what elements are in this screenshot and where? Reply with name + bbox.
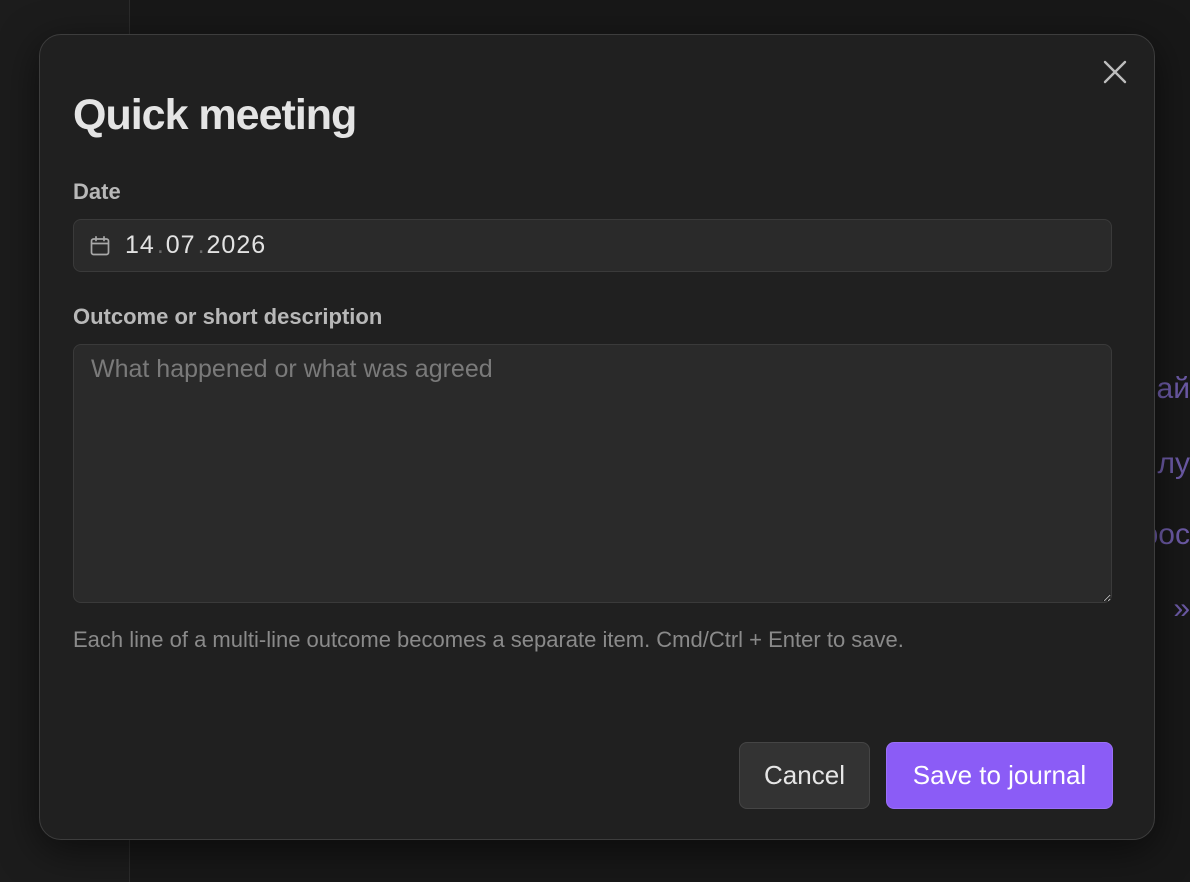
dialog-title: Quick meeting — [73, 91, 357, 139]
date-input[interactable]: 14 . 07 . 2026 — [73, 219, 1112, 272]
date-separator: . — [156, 231, 164, 259]
date-label: Date — [73, 179, 121, 204]
description-label: Outcome or short description — [73, 304, 383, 329]
date-value: 14 . 07 . 2026 — [125, 231, 266, 260]
close-icon — [1102, 59, 1128, 90]
save-to-journal-button[interactable]: Save to journal — [886, 742, 1113, 809]
date-day[interactable]: 14 — [125, 231, 155, 260]
date-month[interactable]: 07 — [166, 231, 196, 260]
date-separator: . — [197, 231, 205, 259]
calendar-icon[interactable] — [89, 235, 111, 257]
helper-text: Each line of a multi-line outcome become… — [73, 627, 904, 652]
cancel-button[interactable]: Cancel — [739, 742, 870, 809]
description-textarea[interactable] — [73, 344, 1112, 603]
quick-meeting-dialog: Quick meeting Date 14 . 07 . 2026 Outcom… — [39, 34, 1155, 840]
date-year[interactable]: 2026 — [207, 231, 267, 260]
close-button[interactable] — [1098, 57, 1132, 91]
